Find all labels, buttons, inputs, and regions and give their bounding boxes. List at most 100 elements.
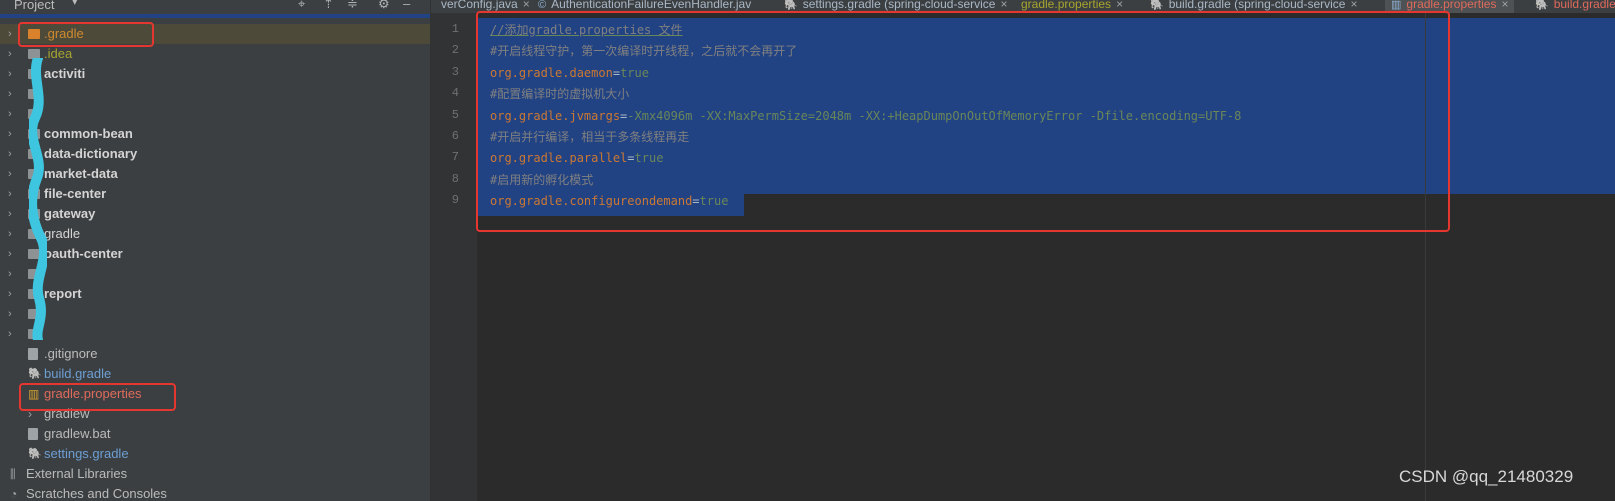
tree-item[interactable]: › gateway bbox=[0, 204, 430, 224]
tree-item[interactable]: › file-center bbox=[0, 184, 430, 204]
editor-tab[interactable]: © AuthenticationFailureEvenHandler.jav bbox=[532, 0, 757, 13]
close-icon[interactable]: × bbox=[1000, 0, 1007, 11]
code-line[interactable]: org.gradle.daemon=true bbox=[490, 63, 649, 83]
tree-item[interactable]: ▥ gradle.properties bbox=[0, 384, 430, 404]
property-separator: = bbox=[627, 151, 635, 166]
code-comment: #开启并行编译，相当于多条线程再走 bbox=[490, 130, 690, 144]
property-key: org.gradle.parallel bbox=[490, 151, 628, 166]
tree-item-label: .gitignore bbox=[44, 346, 98, 361]
tree-item-label: gradlew.bat bbox=[44, 426, 111, 441]
code-line[interactable]: #启用新的孵化模式 bbox=[490, 170, 593, 190]
line-number: 2 bbox=[451, 43, 459, 58]
project-panel-title[interactable]: Project bbox=[14, 0, 54, 12]
minimize-icon[interactable]: – bbox=[403, 0, 410, 11]
properties-file-icon: ▥ bbox=[28, 387, 40, 401]
tree-item[interactable]: 🐘 settings.gradle bbox=[0, 444, 430, 464]
property-separator: = bbox=[692, 194, 700, 209]
close-icon[interactable]: × bbox=[523, 0, 530, 11]
editor-tab[interactable]: 🐘 build.gradle (spring-cloud-service × bbox=[1144, 0, 1363, 13]
tree-item[interactable]: › bbox=[0, 264, 430, 284]
tree-item[interactable]: › .idea bbox=[0, 44, 430, 64]
chevron-right-icon[interactable]: › bbox=[8, 144, 12, 164]
chevron-right-icon[interactable]: › bbox=[8, 204, 12, 224]
tree-item[interactable]: › activiti bbox=[0, 64, 430, 84]
scratch-icon: ◔ bbox=[10, 487, 18, 501]
property-value: true bbox=[699, 194, 729, 209]
editor-tab-label: verConfig.java bbox=[441, 0, 518, 11]
tree-item[interactable]: › bbox=[0, 324, 430, 344]
gradle-file-icon: 🐘 bbox=[28, 448, 42, 460]
chevron-down-icon[interactable]: ▾ bbox=[72, 0, 78, 8]
tree-item[interactable]: 🐘 build.gradle bbox=[0, 364, 430, 384]
expand-icon[interactable]: ≑ bbox=[347, 0, 358, 12]
collapse-icon[interactable]: ⇡ bbox=[323, 0, 334, 12]
editor-tab-label: build.gradle (spring-cloud-service bbox=[1168, 0, 1346, 11]
gradle-icon: 🐘 bbox=[1535, 0, 1549, 11]
editor-tab-label: build.gradle bbox=[1553, 0, 1615, 11]
code-line[interactable]: org.gradle.jvmargs=-Xmx4096m -XX:MaxPerm… bbox=[490, 106, 1241, 126]
tree-item-label: .gradle bbox=[44, 26, 84, 41]
code-line[interactable]: #配置编译时的虚拟机大小 bbox=[490, 84, 629, 104]
tree-item[interactable]: › market-data bbox=[0, 164, 430, 184]
close-icon[interactable]: × bbox=[1501, 0, 1508, 11]
close-icon[interactable]: × bbox=[1350, 0, 1357, 11]
editor-tab[interactable]: verConfig.java × bbox=[435, 0, 536, 13]
chevron-right-icon[interactable]: › bbox=[8, 164, 12, 184]
chevron-right-icon[interactable]: › bbox=[8, 64, 12, 84]
crosshair-icon[interactable]: ⌖ bbox=[298, 0, 305, 12]
tree-item-label: gradle bbox=[44, 226, 81, 241]
chevron-right-icon[interactable]: › bbox=[8, 284, 12, 304]
file-icon bbox=[28, 348, 38, 360]
tree-item-label: report bbox=[44, 286, 82, 301]
tree-item[interactable]: gradlew.bat bbox=[0, 424, 430, 444]
chevron-right-icon[interactable]: › bbox=[8, 244, 12, 264]
tree-item[interactable]: › common-bean bbox=[0, 124, 430, 144]
chevron-right-icon[interactable]: › bbox=[8, 324, 12, 344]
gear-icon[interactable]: ⚙ bbox=[378, 0, 390, 12]
tree-item[interactable]: › data-dictionary bbox=[0, 144, 430, 164]
gradle-icon: 🐘 bbox=[1150, 0, 1164, 11]
code-line[interactable]: #开启线程守护，第一次编译时开线程，之后就不会再开了 bbox=[490, 41, 797, 61]
tree-item[interactable]: › bbox=[0, 104, 430, 124]
gradle-file-icon: 🐘 bbox=[28, 368, 42, 380]
redaction-scribble bbox=[29, 58, 47, 340]
chevron-right-icon[interactable]: › bbox=[8, 304, 12, 324]
tree-item[interactable]: › gradlew bbox=[0, 404, 430, 424]
code-line[interactable]: //添加gradle.properties 文件 bbox=[490, 20, 683, 40]
editor-tab[interactable]: gradle.properties × bbox=[1015, 0, 1129, 13]
editor-tab[interactable]: 🐘 build.gradle bbox=[1529, 0, 1615, 13]
tree-item[interactable]: › gradle bbox=[0, 224, 430, 244]
editor-tab-label: gradle.properties bbox=[1406, 0, 1497, 11]
tree-item[interactable]: › bbox=[0, 84, 430, 104]
chevron-right-icon[interactable]: › bbox=[8, 44, 12, 64]
property-key: org.gradle.daemon bbox=[490, 65, 613, 80]
chevron-right-icon[interactable]: › bbox=[8, 184, 12, 204]
tree-item-label: build.gradle bbox=[44, 366, 112, 381]
close-icon[interactable]: × bbox=[1116, 0, 1123, 11]
tree-item[interactable]: .gitignore bbox=[0, 344, 430, 364]
chevron-right-icon[interactable]: › bbox=[8, 224, 12, 244]
editor-tab[interactable]: ▥ gradle.properties × bbox=[1385, 0, 1515, 13]
editor-tab-label: gradle.properties bbox=[1021, 0, 1112, 11]
class-icon: © bbox=[538, 0, 547, 11]
code-line[interactable]: #开启并行编译，相当于多条线程再走 bbox=[490, 127, 689, 147]
tree-item[interactable]: › .gradle bbox=[0, 24, 430, 44]
chevron-right-icon[interactable]: › bbox=[8, 84, 12, 104]
tree-item-label: .idea bbox=[44, 46, 73, 61]
tree-item[interactable]: ◔ Scratches and Consoles bbox=[0, 484, 430, 501]
code-comment: #启用新的孵化模式 bbox=[490, 172, 594, 187]
editor-tab[interactable]: 🐘 settings.gradle (spring-cloud-service × bbox=[778, 0, 1013, 13]
chevron-right-icon[interactable]: › bbox=[8, 264, 12, 284]
code-line[interactable]: org.gradle.configureondemand=true bbox=[490, 191, 728, 211]
tree-item[interactable]: ⫼ External Libraries bbox=[0, 464, 430, 484]
line-number: 4 bbox=[451, 86, 459, 101]
code-comment: #配置编译时的虚拟机大小 bbox=[490, 87, 630, 102]
chevron-right-icon[interactable]: › bbox=[8, 24, 12, 44]
code-line[interactable]: org.gradle.parallel=true bbox=[490, 148, 663, 168]
property-value: true bbox=[620, 65, 649, 80]
chevron-right-icon[interactable]: › bbox=[8, 104, 12, 124]
chevron-right-icon[interactable]: › bbox=[8, 124, 12, 144]
tree-item[interactable]: › bbox=[0, 304, 430, 324]
tree-item[interactable]: › report bbox=[0, 284, 430, 304]
tree-item[interactable]: › oauth-center bbox=[0, 244, 430, 264]
